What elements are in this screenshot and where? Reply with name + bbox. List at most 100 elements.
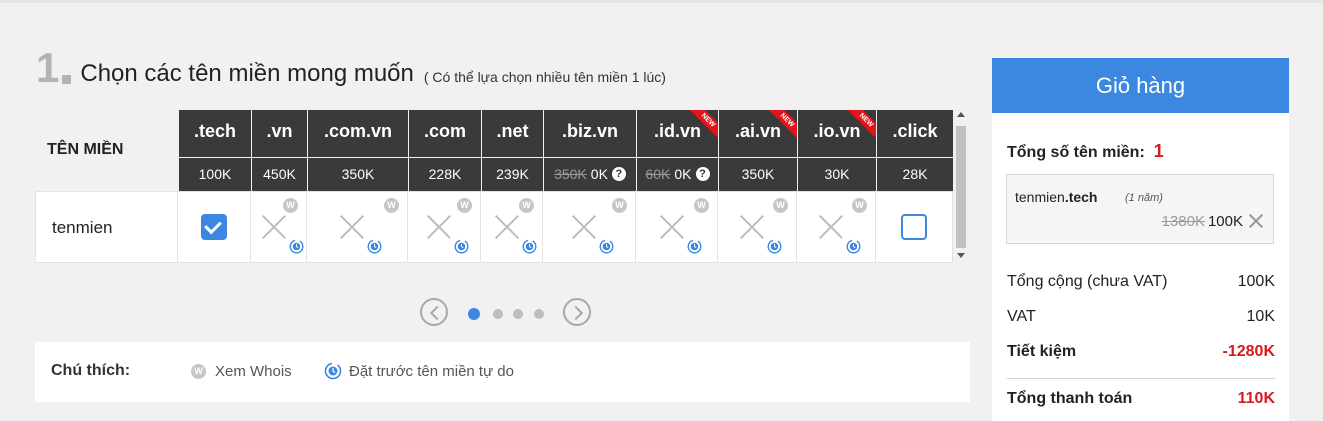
ext-price-value: 30K [824, 166, 850, 182]
cart-item-price: 1380K 100K [1162, 213, 1243, 230]
ext-price-value: 450K [263, 166, 296, 182]
ext-header: .vn 450K [251, 110, 307, 191]
ext-price-value: 350K [341, 166, 375, 182]
domain-row-label: tenmien [35, 191, 178, 263]
pager-next-button[interactable] [563, 298, 591, 326]
checkbox-icon[interactable] [201, 214, 227, 240]
info-icon[interactable]: ? [695, 167, 710, 181]
domain-cell: W [307, 191, 408, 263]
subtotal-row: Tổng cộng (chưa VAT) 100K [1007, 273, 1275, 291]
ext-name: .com.vn [323, 121, 393, 141]
ext-header: .biz.vn 350K 0K? [543, 110, 636, 191]
ext-price-value: 100K [198, 166, 232, 182]
checkbox-icon[interactable] [901, 214, 927, 240]
clock-icon[interactable] [767, 239, 782, 254]
pager-dot[interactable] [468, 308, 480, 320]
domain-cell: W [718, 191, 797, 263]
ext-price: 239K [482, 157, 543, 191]
ext-name: .com [423, 121, 466, 141]
step-dot [62, 75, 72, 84]
scroll-up-icon[interactable] [957, 112, 965, 117]
scroll-thumb[interactable] [956, 126, 966, 248]
ext-price: 350K [719, 157, 797, 191]
page-subtitle: ( Có thể lựa chọn nhiều tên miền 1 lúc) [423, 69, 666, 85]
whois-icon[interactable]: W [457, 198, 472, 213]
whois-icon[interactable]: W [519, 198, 534, 213]
clock-icon[interactable] [599, 239, 614, 254]
ext-price: 350K [308, 157, 408, 191]
ext-header: .click 28K [876, 110, 953, 191]
domain-cell[interactable] [876, 191, 953, 263]
x-icon [492, 212, 522, 242]
cart-count-value: 1 [1153, 141, 1164, 161]
cart-count-label: Tổng số tên miền: [1007, 144, 1145, 161]
x-icon [816, 212, 846, 242]
step-number: 1 [36, 44, 60, 91]
ext-old-price: 60K [645, 166, 671, 182]
vat-value: 10K [1246, 308, 1275, 325]
close-icon[interactable] [1249, 214, 1263, 228]
subtotal-label: Tổng cộng (chưa VAT) [1007, 273, 1168, 290]
pager-dot[interactable] [513, 309, 523, 319]
ext-header: .net 239K [481, 110, 543, 191]
whois-icon[interactable]: W [773, 198, 788, 213]
ext-name: .click [892, 121, 938, 141]
domain-column-label: TÊN MIỀN [47, 141, 124, 158]
ext-price: 450K [252, 157, 307, 191]
ext-header: .id.vn 60K 0K? NEW [636, 110, 718, 191]
domain-column-header: TÊN MIỀN [35, 110, 178, 191]
saving-value: -1280K [1222, 343, 1275, 360]
domain-cell: W [543, 191, 636, 263]
x-icon [424, 212, 454, 242]
ext-name: .tech [193, 121, 236, 141]
ext-price: 350K 0K? [544, 157, 636, 191]
ext-name: .biz.vn [561, 121, 618, 141]
x-icon [569, 212, 599, 242]
domain-cell: W [251, 191, 307, 263]
x-icon [259, 212, 289, 242]
info-icon[interactable]: ? [611, 167, 626, 181]
clock-icon [324, 362, 342, 380]
clock-icon[interactable] [686, 239, 702, 254]
total-label: Tổng thanh toán [1007, 390, 1133, 407]
scroll-down-icon[interactable] [957, 253, 965, 258]
step-heading: 1 Chọn các tên miền mong muốn ( Có thể l… [36, 44, 666, 91]
x-icon [657, 212, 687, 242]
whois-icon[interactable]: W [384, 198, 399, 213]
clock-icon[interactable] [521, 239, 537, 254]
legend-whois-label: Xem Whois [215, 363, 292, 380]
clock-icon[interactable] [367, 239, 382, 254]
ext-name: .vn [266, 121, 293, 141]
vat-row: VAT 10K [1007, 308, 1275, 326]
whois-icon[interactable]: W [283, 198, 298, 213]
table-scrollbar[interactable] [954, 110, 968, 263]
cart-item-name-prefix: tenmien [1015, 189, 1065, 205]
ext-price: 28K [877, 157, 953, 191]
cart-item-name-ext: .tech [1064, 189, 1098, 205]
x-icon [737, 212, 767, 242]
total-row: Tổng thanh toán 110K [1007, 390, 1275, 408]
vat-label: VAT [1007, 308, 1036, 325]
domain-cell[interactable] [178, 191, 251, 263]
pager-dot[interactable] [493, 309, 503, 319]
domain-cell: W [636, 191, 718, 263]
clock-icon[interactable] [288, 239, 304, 254]
legend-preorder-label: Đặt trước tên miền tự do [349, 363, 514, 380]
whois-icon[interactable]: W [852, 198, 867, 213]
ext-header: .io.vn 30K NEW [797, 110, 876, 191]
clock-icon[interactable] [846, 239, 861, 254]
whois-icon[interactable]: W [694, 198, 709, 213]
ext-name: .net [496, 121, 529, 141]
pager-dot[interactable] [534, 309, 544, 319]
clock-icon[interactable] [454, 239, 469, 254]
saving-row: Tiết kiệm -1280K [1007, 343, 1275, 361]
ext-price: 100K [179, 157, 251, 191]
saving-label: Tiết kiệm [1007, 343, 1077, 360]
pager-prev-button[interactable] [420, 298, 448, 326]
ext-header: .tech 100K [178, 110, 251, 191]
whois-icon[interactable]: W [612, 198, 627, 213]
ext-header: .ai.vn 350K NEW [718, 110, 797, 191]
cart-item-new-price: 100K [1207, 213, 1243, 230]
legend: Chú thích: W Xem Whois Đặt trước tên miề… [35, 342, 970, 402]
ext-price-value: 239K [496, 166, 529, 182]
